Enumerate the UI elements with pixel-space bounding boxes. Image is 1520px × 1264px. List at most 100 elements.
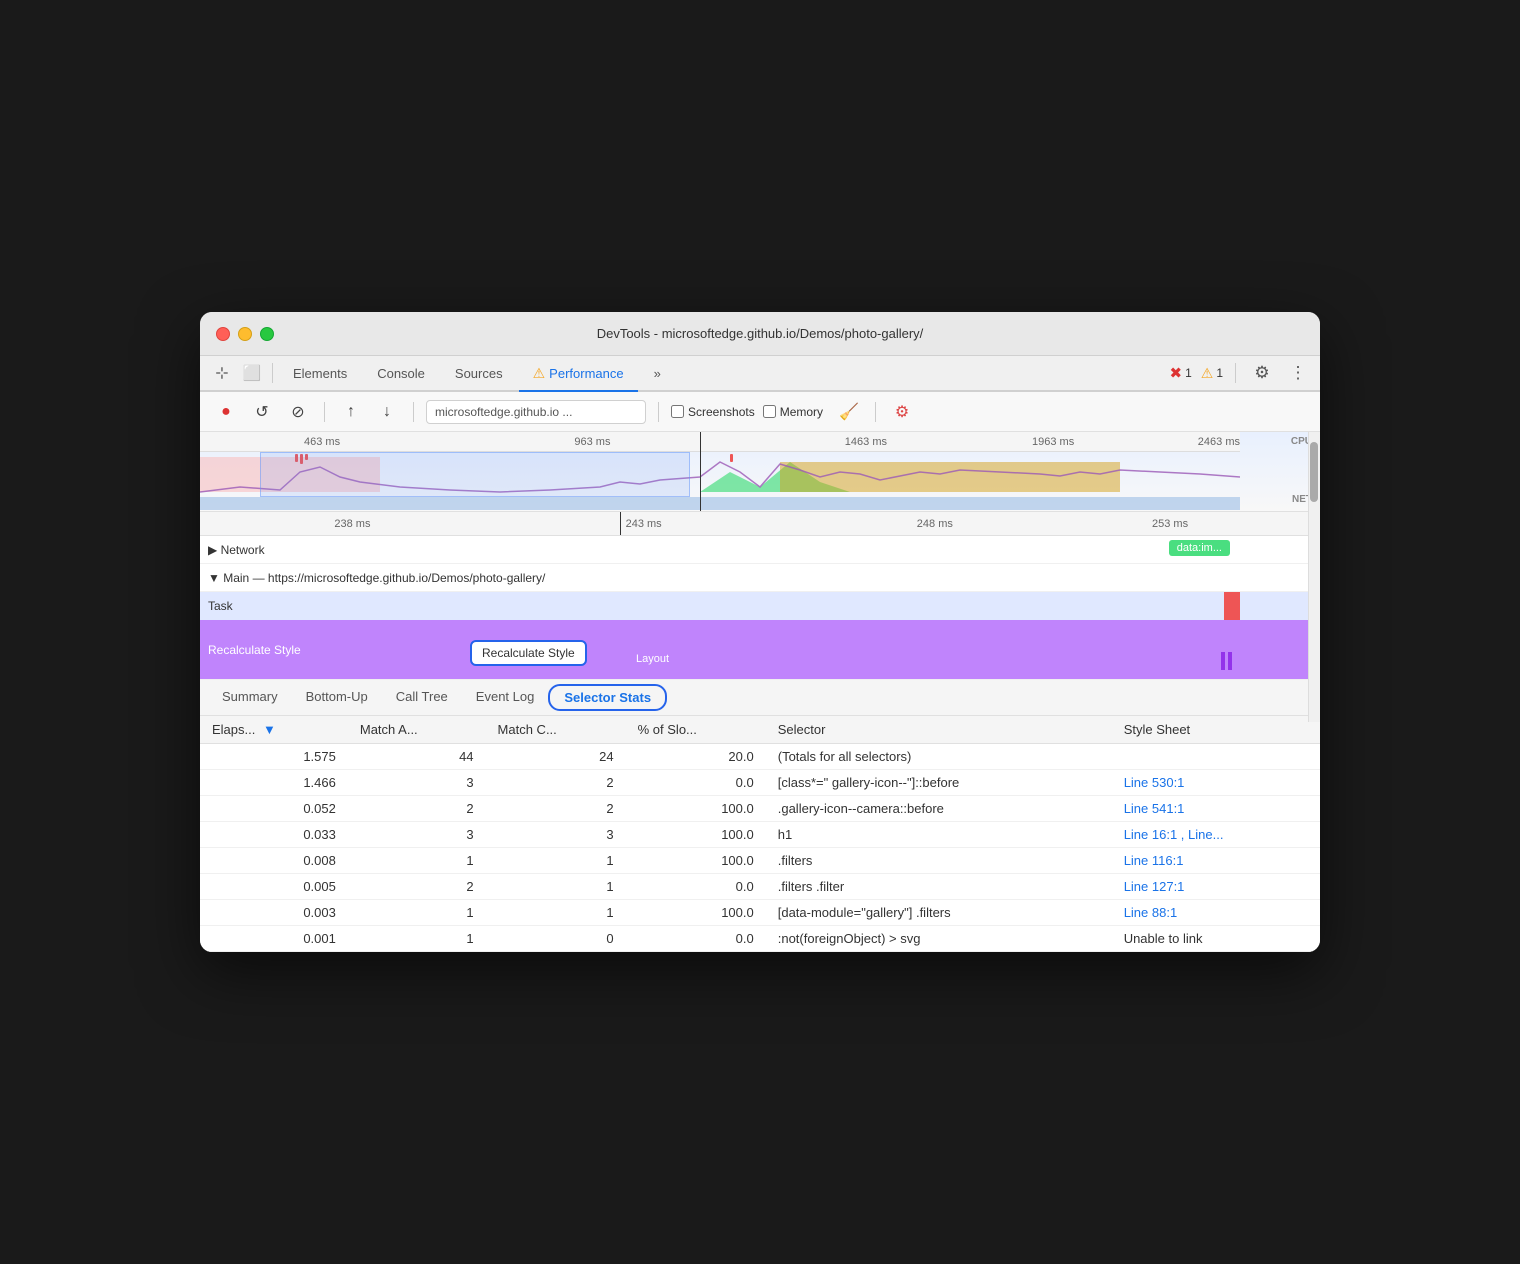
cell-match-c: 1 (486, 848, 626, 874)
selection-range[interactable] (260, 452, 690, 497)
cell-match-c: 2 (486, 796, 626, 822)
cell-stylesheet (1112, 744, 1320, 770)
warning-icon: ⚠ (533, 365, 546, 382)
cell-selector: [class*=" gallery-icon--"]::before (766, 770, 1112, 796)
table-row: 0.003 1 1 100.0 [data-module="gallery"] … (200, 900, 1320, 926)
cell-stylesheet[interactable]: Line 530:1 (1112, 770, 1320, 796)
timeline-markers: 463 ms 963 ms 1463 ms 1963 ms 2463 ms (200, 432, 1240, 452)
more-icon[interactable]: ⋮ (1284, 359, 1312, 387)
devtools-window: DevTools - microsoftedge.github.io/Demos… (200, 312, 1320, 952)
memory-checkbox[interactable] (763, 405, 776, 418)
task-error-indicator (1224, 592, 1240, 620)
cell-match-c: 2 (486, 770, 626, 796)
cell-stylesheet: Unable to link (1112, 926, 1320, 952)
tab-summary[interactable]: Summary (208, 681, 292, 714)
layout-bar: Layout (630, 648, 850, 670)
tab-console[interactable]: Console (363, 355, 439, 391)
tab-elements[interactable]: Elements (279, 355, 361, 391)
screenshots-checkbox[interactable] (671, 405, 684, 418)
tab-event-log[interactable]: Event Log (462, 681, 549, 714)
minimize-button[interactable] (238, 327, 252, 341)
clear-button[interactable]: ⊘ (284, 398, 312, 426)
col-match-c[interactable]: Match C... (486, 716, 626, 744)
cell-stylesheet[interactable]: Line 116:1 (1112, 848, 1320, 874)
task-label: Task (208, 599, 233, 613)
col-pct[interactable]: % of Slo... (626, 716, 766, 744)
settings-perf-icon[interactable]: ⚙ (888, 398, 916, 426)
memory-checkbox-group[interactable]: Memory (763, 405, 823, 419)
main-label: ▼ Main — https://microsoftedge.github.io… (208, 571, 545, 585)
cell-selector: :not(foreignObject) > svg (766, 926, 1112, 952)
sort-icon: ▼ (263, 722, 276, 737)
table-row: 0.005 2 1 0.0 .filters .filter Line 127:… (200, 874, 1320, 900)
timeline-container: 463 ms 963 ms 1463 ms 1963 ms 2463 ms (200, 432, 1320, 680)
scrollbar-thumb[interactable] (1310, 442, 1318, 502)
clean-icon[interactable]: 🧹 (835, 398, 863, 426)
cell-stylesheet[interactable]: Line 127:1 (1112, 874, 1320, 900)
table-body: 1.575 44 24 20.0 (Totals for all selecto… (200, 744, 1320, 952)
purple-bar2 (1228, 652, 1232, 670)
cell-match-a: 2 (348, 796, 486, 822)
cell-pct: 100.0 (626, 796, 766, 822)
table-header-row: Elaps... ▼ Match A... Match C... % of Sl… (200, 716, 1320, 744)
cell-selector: .filters .filter (766, 874, 1112, 900)
tab-more[interactable]: » (640, 355, 675, 391)
maximize-button[interactable] (260, 327, 274, 341)
screenshots-label: Screenshots (688, 405, 755, 419)
flame-cursor-line (620, 512, 621, 535)
tab-call-tree[interactable]: Call Tree (382, 681, 462, 714)
cell-pct: 20.0 (626, 744, 766, 770)
timeline-overview[interactable]: 463 ms 963 ms 1463 ms 1963 ms 2463 ms (200, 432, 1320, 512)
marker-463: 463 ms (304, 436, 340, 448)
table-row: 0.052 2 2 100.0 .gallery-icon--camera::b… (200, 796, 1320, 822)
cell-stylesheet[interactable]: Line 16:1 , Line... (1112, 822, 1320, 848)
cell-selector: .gallery-icon--camera::before (766, 796, 1112, 822)
cell-elapsed: 0.052 (200, 796, 348, 822)
tab-performance[interactable]: ⚠ Performance (519, 356, 638, 392)
col-selector[interactable]: Selector (766, 716, 1112, 744)
device-icon[interactable]: ⬜ (238, 359, 266, 387)
separator2 (1235, 363, 1236, 383)
cell-stylesheet[interactable]: Line 88:1 (1112, 900, 1320, 926)
record-button[interactable]: ● (212, 398, 240, 426)
flame-rulers: 238 ms 243 ms 248 ms 253 ms (200, 512, 1320, 536)
network-label: ▶ Network (208, 543, 265, 557)
reload-button[interactable]: ↺ (248, 398, 276, 426)
tab-right-area: ✖ 1 ⚠ 1 ⚙ ⋮ (1169, 359, 1312, 387)
col-stylesheet[interactable]: Style Sheet (1112, 716, 1320, 744)
cell-elapsed: 0.003 (200, 900, 348, 926)
settings-icon[interactable]: ⚙ (1248, 359, 1276, 387)
close-button[interactable] (216, 327, 230, 341)
flame-marker-238: 238 ms (334, 518, 370, 530)
cell-stylesheet[interactable]: Line 541:1 (1112, 796, 1320, 822)
flame-marker-243: 243 ms (626, 518, 662, 530)
task-bg (200, 592, 1320, 620)
cell-pct: 100.0 (626, 822, 766, 848)
marker-1463: 1463 ms (845, 436, 887, 448)
separator5 (658, 402, 659, 422)
cell-match-c: 1 (486, 900, 626, 926)
table-row: 1.575 44 24 20.0 (Totals for all selecto… (200, 744, 1320, 770)
cell-match-a: 3 (348, 822, 486, 848)
scrollbar[interactable] (1308, 432, 1320, 722)
col-match-a[interactable]: Match A... (348, 716, 486, 744)
col-elapsed[interactable]: Elaps... ▼ (200, 716, 348, 744)
cell-match-c: 0 (486, 926, 626, 952)
flame-marker-253: 253 ms (1152, 518, 1188, 530)
download-button[interactable]: ↓ (373, 398, 401, 426)
inspect-icon[interactable]: ⊹ (208, 359, 236, 387)
tab-sources[interactable]: Sources (441, 355, 517, 391)
cell-match-c: 3 (486, 822, 626, 848)
separator (272, 363, 273, 383)
upload-button[interactable]: ↑ (337, 398, 365, 426)
net-bar (200, 497, 1240, 510)
screenshots-checkbox-group[interactable]: Screenshots (671, 405, 755, 419)
selector-stats-table: Elaps... ▼ Match A... Match C... % of Sl… (200, 716, 1320, 952)
error-badge: ✖ 1 ⚠ 1 (1169, 364, 1223, 382)
tab-selector-stats[interactable]: Selector Stats (548, 684, 667, 711)
cell-match-a: 44 (348, 744, 486, 770)
separator6 (875, 402, 876, 422)
tab-bottom-up[interactable]: Bottom-Up (292, 681, 382, 714)
warning-badge-icon: ⚠ (1201, 365, 1214, 382)
cell-elapsed: 0.033 (200, 822, 348, 848)
